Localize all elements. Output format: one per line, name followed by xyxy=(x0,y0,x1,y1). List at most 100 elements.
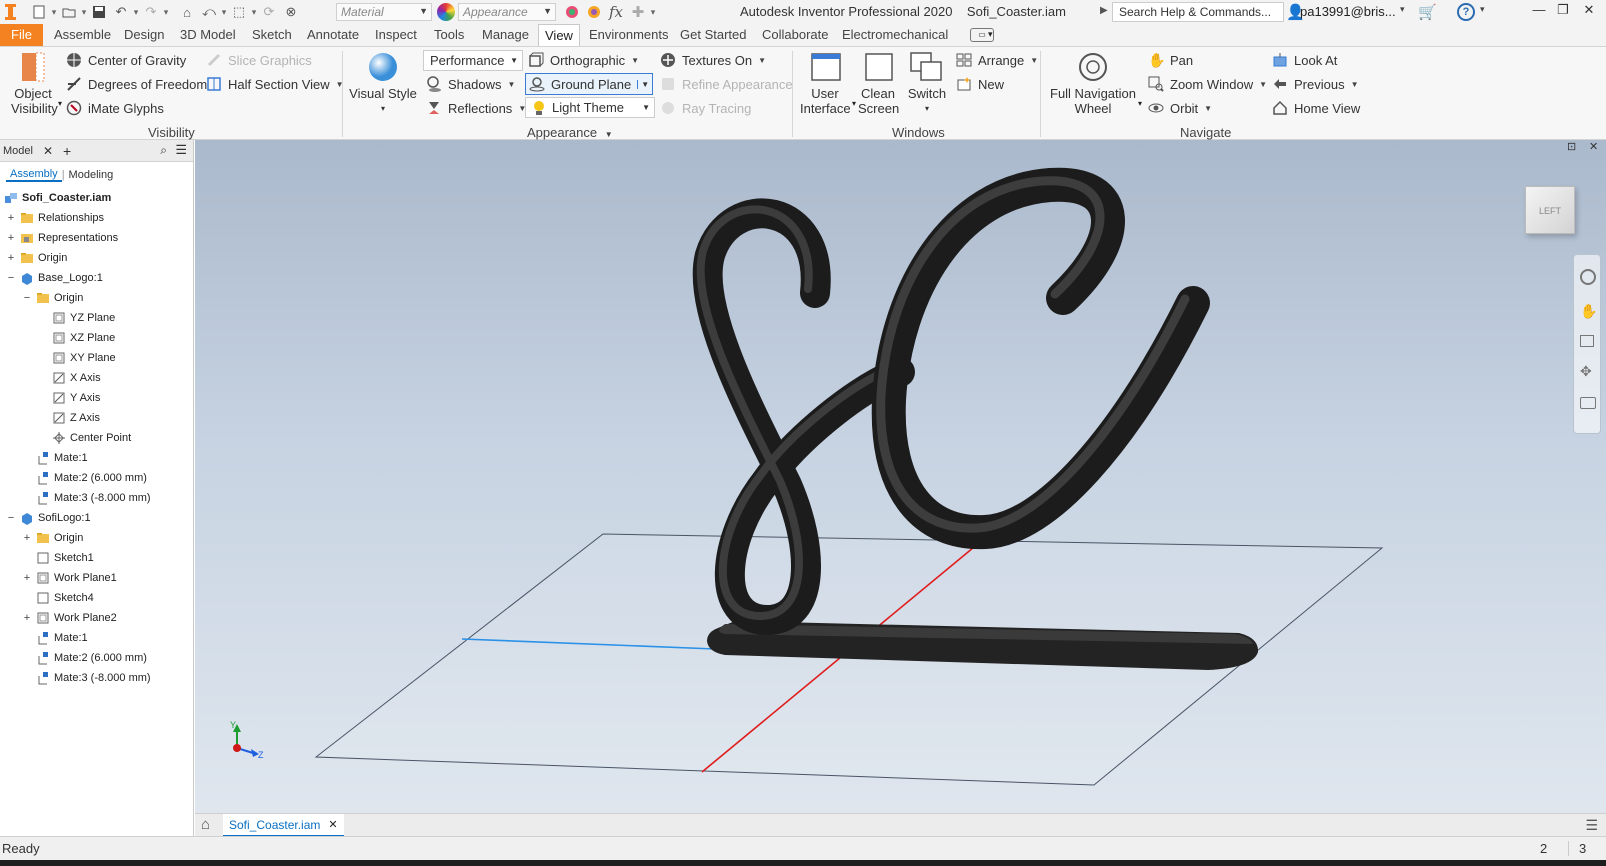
search-help-input[interactable]: Search Help & Commands... xyxy=(1112,2,1284,22)
customize-dropdown-icon[interactable]: ▾ xyxy=(649,7,657,18)
return-icon[interactable]: ⤺ xyxy=(200,3,218,21)
tree-item[interactable]: + Representations xyxy=(8,228,118,248)
tree-item[interactable]: + Origin xyxy=(8,248,68,268)
tree-item[interactable]: Mate:1 xyxy=(36,628,88,648)
clear-appearance-icon[interactable] xyxy=(585,3,603,21)
center-of-gravity-button[interactable]: Center of Gravity xyxy=(66,49,186,71)
cart-icon[interactable]: 🛒 xyxy=(1418,3,1437,21)
home-tab-icon[interactable]: ⌂ xyxy=(201,816,210,833)
tree-item[interactable]: Center Point xyxy=(52,428,131,448)
new-icon[interactable] xyxy=(30,3,48,21)
fx-icon[interactable]: fx xyxy=(607,3,625,21)
orbit-button[interactable]: Orbit ▼ xyxy=(1148,97,1212,119)
ground-plane-button[interactable]: Ground Plane ▼ xyxy=(525,73,654,95)
home-view-button[interactable]: Home View xyxy=(1272,97,1360,119)
tab-collaborate[interactable]: Collaborate xyxy=(756,24,835,46)
look-at-button[interactable]: Look At xyxy=(1272,49,1337,71)
tree-item[interactable]: Sketch1 xyxy=(36,548,94,568)
tree-root[interactable]: Sofi_Coaster.iam xyxy=(4,188,111,208)
update-icon[interactable]: ⟳ xyxy=(260,3,278,21)
tree-item[interactable]: + Work Plane1 xyxy=(24,568,117,588)
close-viewport-icon[interactable]: ✕ xyxy=(1589,140,1598,153)
undo-icon[interactable]: ↶ xyxy=(112,3,130,21)
close-icon[interactable]: ✕ xyxy=(1578,2,1600,20)
tree-item[interactable]: + Relationships xyxy=(8,208,104,228)
tree-item[interactable]: − Base_Logo:1 xyxy=(8,268,103,288)
open-icon[interactable] xyxy=(60,3,78,21)
maximize-viewport-icon[interactable]: ⊡ xyxy=(1567,140,1576,153)
user-account[interactable]: pa13991@bris... xyxy=(1300,4,1396,19)
sofi-logo-c[interactable] xyxy=(871,167,1210,550)
tree-item[interactable]: XY Plane xyxy=(52,348,116,368)
tree-item[interactable]: Mate:2 (6.000 mm) xyxy=(36,648,147,668)
search-icon[interactable]: ⌕ xyxy=(160,143,167,158)
undo-dropdown-icon[interactable]: ▾ xyxy=(132,7,140,18)
expand-icon[interactable]: + xyxy=(6,253,16,264)
help-dropdown-icon[interactable]: ▾ xyxy=(1480,4,1485,15)
panel-toggle-dropdown-icon[interactable]: ▾ xyxy=(988,29,993,40)
tree-item[interactable]: Mate:3 (-8.000 mm) xyxy=(36,488,151,508)
expand-icon[interactable]: + xyxy=(22,533,32,544)
restore-icon[interactable]: ❐ xyxy=(1552,2,1574,20)
tree-item[interactable]: + Origin xyxy=(24,528,84,548)
return-dropdown-icon[interactable]: ▾ xyxy=(220,7,228,18)
select-icon[interactable]: ⬚ xyxy=(230,3,248,21)
tree-item[interactable]: X Axis xyxy=(52,368,101,388)
open-dropdown-icon[interactable]: ▾ xyxy=(80,7,88,18)
tab-design[interactable]: Design xyxy=(118,24,170,46)
tab-assembly[interactable]: Assembly xyxy=(6,168,62,182)
pan-button[interactable]: ✋ Pan xyxy=(1148,49,1193,71)
tab-3d-model[interactable]: 3D Model xyxy=(174,24,242,46)
material-select[interactable]: Material ▼ xyxy=(336,3,432,21)
collapse-icon[interactable]: − xyxy=(22,293,32,304)
steering-wheel-icon[interactable] xyxy=(1580,269,1596,285)
navigation-wheel-dropdown-icon[interactable]: ▾ xyxy=(1138,99,1142,108)
help-icon[interactable]: ? xyxy=(1457,3,1475,21)
switch-button[interactable]: Switch ▾ xyxy=(906,51,948,116)
tree-item[interactable]: Mate:1 xyxy=(36,448,88,468)
pan-icon[interactable]: ✋ xyxy=(1580,303,1597,320)
home-icon[interactable]: ⌂ xyxy=(178,3,196,21)
tab-modeling[interactable]: Modeling xyxy=(65,169,118,181)
tree-item[interactable]: − SofiLogo:1 xyxy=(8,508,91,528)
material-icon[interactable]: ⊗ xyxy=(282,3,300,21)
tab-tools[interactable]: Tools xyxy=(428,24,470,46)
close-icon[interactable]: ✕ xyxy=(328,818,337,831)
tab-sketch[interactable]: Sketch xyxy=(246,24,298,46)
user-interface-button[interactable]: User Interface xyxy=(800,51,852,116)
chevron-down-icon[interactable]: ▼ xyxy=(605,130,613,139)
object-visibility-dropdown-icon[interactable]: ▾ xyxy=(58,99,62,108)
redo-icon[interactable]: ↷ xyxy=(142,3,160,21)
expand-icon[interactable]: + xyxy=(22,573,32,584)
object-visibility-button[interactable]: Object Visibility xyxy=(8,51,58,116)
doc-tab-sofi-coaster[interactable]: Sofi_Coaster.iam ✕ xyxy=(223,814,344,837)
inventor-logo-icon[interactable] xyxy=(4,3,18,21)
tree-item[interactable]: Y Axis xyxy=(52,388,100,408)
plus-icon[interactable]: ✚ xyxy=(629,3,647,21)
orbit-nav-icon[interactable]: ✥ xyxy=(1580,363,1592,380)
visual-style-button[interactable]: Visual Style ▾ xyxy=(348,51,418,116)
expand-icon[interactable]: + xyxy=(6,233,16,244)
tab-assemble[interactable]: Assemble xyxy=(48,24,117,46)
user-dropdown-icon[interactable]: ▾ xyxy=(1400,4,1405,15)
tree-item[interactable]: Mate:3 (-8.000 mm) xyxy=(36,668,151,688)
redo-dropdown-icon[interactable]: ▾ xyxy=(162,7,170,18)
previous-button[interactable]: Previous ▼ xyxy=(1272,73,1359,95)
appearance-select[interactable]: Appearance ▼ xyxy=(458,3,556,21)
half-section-view-button[interactable]: Half Section View ▼ xyxy=(206,73,344,95)
full-navigation-wheel-button[interactable]: Full Navigation Wheel xyxy=(1048,51,1138,116)
tab-annotate[interactable]: Annotate xyxy=(301,24,365,46)
minimize-icon[interactable]: — xyxy=(1528,2,1550,20)
imate-glyphs-button[interactable]: iMate Glyphs xyxy=(66,97,164,119)
tab-environments[interactable]: Environments xyxy=(583,24,674,46)
graphics-viewport[interactable]: Y Z LEFT ⊡ ✕ ✋ ✥ xyxy=(195,140,1606,813)
tree-item[interactable]: YZ Plane xyxy=(52,308,115,328)
tab-manage[interactable]: Manage xyxy=(476,24,535,46)
collapse-icon[interactable]: − xyxy=(6,273,16,284)
close-icon[interactable]: ✕ xyxy=(43,144,53,158)
view-cube[interactable]: LEFT xyxy=(1525,186,1575,234)
arrange-button[interactable]: Arrange ▼ xyxy=(956,49,1038,71)
zoom-window-button[interactable]: Zoom Window ▼ xyxy=(1148,73,1267,95)
tree-item[interactable]: + Work Plane2 xyxy=(24,608,117,628)
chevron-down-icon[interactable]: ▼ xyxy=(637,79,649,89)
